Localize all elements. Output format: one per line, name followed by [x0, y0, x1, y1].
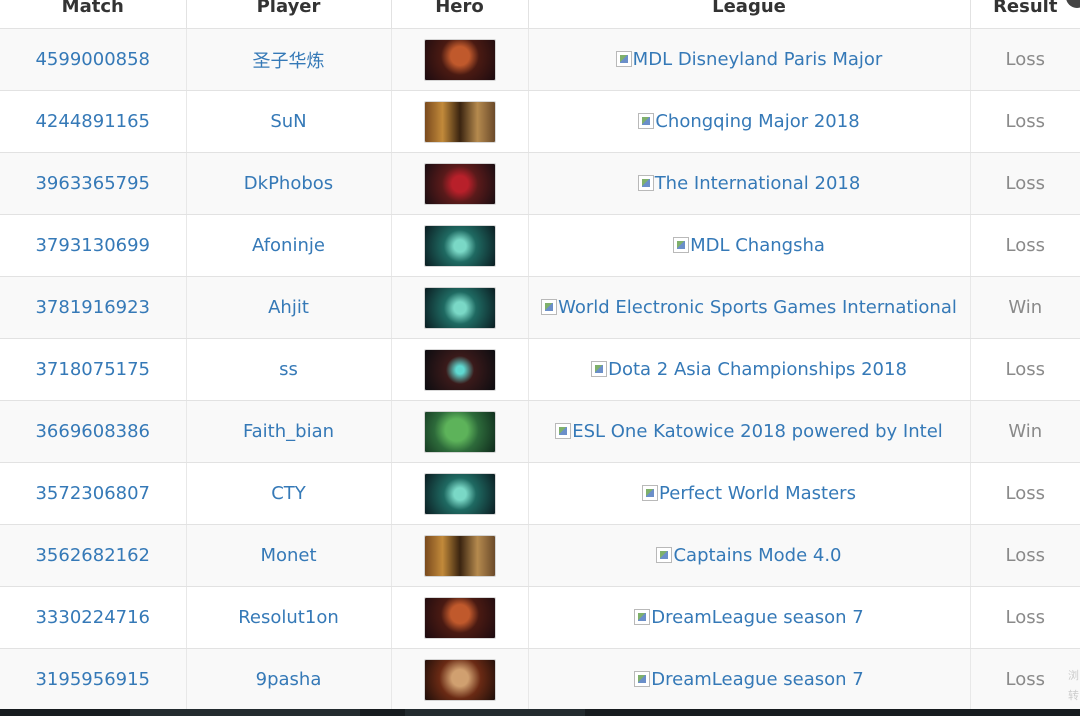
league-name: DreamLeague season 7 — [651, 607, 864, 628]
player-link[interactable]: Monet — [260, 545, 316, 566]
broken-image-icon — [541, 299, 558, 315]
table-row: 3718075175 ss Dota 2 Asia Championships … — [0, 338, 1080, 401]
match-id-link[interactable]: 3330224716 — [35, 607, 150, 628]
league-link[interactable]: The International 2018 — [637, 173, 861, 194]
table-row: 3669608386 Faith_bian ESL One Katowice 2… — [0, 400, 1080, 463]
player-link[interactable]: Resolut1on — [238, 607, 339, 628]
wraith-portrait-icon[interactable] — [424, 287, 495, 328]
wraith-portrait-icon[interactable] — [424, 473, 495, 514]
league-link[interactable]: Captains Mode 4.0 — [656, 545, 842, 566]
league-link[interactable]: MDL Disneyland Paris Major — [615, 49, 883, 70]
result-cell: Loss — [970, 462, 1080, 525]
match-id-link[interactable]: 3562682162 — [35, 545, 150, 566]
league-name: Chongqing Major 2018 — [655, 111, 860, 132]
broken-image-icon — [656, 547, 673, 563]
hero-portrait-pair-icon[interactable] — [424, 535, 495, 576]
wraith-portrait-icon[interactable] — [424, 225, 495, 266]
table-row: 3793130699 Afoninje MDL Changsha Loss — [0, 214, 1080, 277]
league-link[interactable]: Perfect World Masters — [642, 483, 856, 504]
result-cell: Loss — [970, 338, 1080, 401]
match-id-link[interactable]: 3669608386 — [35, 421, 150, 442]
broken-image-icon — [634, 609, 651, 625]
table-row: 4599000858 圣子华炼 MDL Disneyland Paris Maj… — [0, 28, 1080, 91]
terrorblade-portrait-icon[interactable] — [424, 597, 495, 638]
table-row: 3572306807 CTY Perfect World Masters Los… — [0, 462, 1080, 525]
match-id-link[interactable]: 3195956915 — [35, 669, 150, 690]
league-name: World Electronic Sports Games Internatio… — [558, 297, 957, 318]
league-name: The International 2018 — [654, 173, 861, 194]
column-header-player[interactable]: Player — [186, 0, 392, 29]
beast-hero-portrait-icon[interactable] — [424, 659, 495, 700]
result-cell: Loss — [970, 586, 1080, 649]
match-id-link[interactable]: 4244891165 — [35, 111, 150, 132]
table-row: 3330224716 Resolut1on DreamLeague season… — [0, 586, 1080, 649]
player-link[interactable]: CTY — [271, 483, 306, 504]
match-id-link[interactable]: 3718075175 — [35, 359, 150, 380]
player-link[interactable]: ss — [279, 359, 298, 380]
result-cell: Loss — [970, 90, 1080, 153]
result-cell: Loss — [970, 648, 1080, 711]
league-name: Dota 2 Asia Championships 2018 — [608, 359, 907, 380]
broken-image-icon — [673, 237, 690, 253]
league-link[interactable]: World Electronic Sports Games Internatio… — [541, 297, 957, 318]
table-row: 3963365795 DkPhobos The International 20… — [0, 152, 1080, 215]
side-panel-text: 浏 转 — [1068, 669, 1079, 702]
dark-hero-portrait-icon[interactable] — [424, 349, 495, 390]
broken-image-icon — [642, 485, 659, 501]
player-link[interactable]: DkPhobos — [244, 173, 333, 194]
player-link[interactable]: 9pasha — [256, 669, 322, 690]
league-link[interactable]: MDL Changsha — [673, 235, 825, 256]
table-row: 3781916923 Ahjit World Electronic Sports… — [0, 276, 1080, 339]
league-name: Perfect World Masters — [659, 483, 856, 504]
player-link[interactable]: Afoninje — [252, 235, 325, 256]
league-name: MDL Changsha — [690, 235, 825, 256]
column-header-league[interactable]: League — [528, 0, 971, 29]
league-name: MDL Disneyland Paris Major — [632, 49, 883, 70]
league-link[interactable]: DreamLeague season 7 — [634, 669, 864, 690]
player-link[interactable]: 圣子华炼 — [253, 51, 325, 72]
match-id-link[interactable]: 3793130699 — [35, 235, 150, 256]
match-id-link[interactable]: 3781916923 — [35, 297, 150, 318]
hero-portrait-pair-icon[interactable] — [424, 101, 495, 142]
result-cell: Loss — [970, 152, 1080, 215]
table-row: 3562682162 Monet Captains Mode 4.0 Loss — [0, 524, 1080, 587]
player-link[interactable]: Faith_bian — [243, 421, 334, 442]
broken-image-icon — [591, 361, 608, 377]
broken-image-icon — [637, 175, 654, 191]
taskbar — [0, 709, 1080, 716]
broken-image-icon — [615, 51, 632, 67]
broken-image-icon — [555, 423, 572, 439]
league-name: Captains Mode 4.0 — [673, 545, 842, 566]
player-link[interactable]: SuN — [270, 111, 306, 132]
taskbar-item[interactable] — [405, 709, 585, 716]
result-cell: Loss — [970, 28, 1080, 91]
league-link[interactable]: ESL One Katowice 2018 powered by Intel — [555, 421, 943, 442]
table-header-row: Match Player Hero League Result — [0, 0, 1080, 29]
terrorblade-portrait-icon[interactable] — [424, 39, 495, 80]
tidehunter-portrait-icon[interactable] — [424, 411, 495, 452]
league-link[interactable]: Chongqing Major 2018 — [638, 111, 860, 132]
result-cell: Win — [970, 400, 1080, 463]
table-row: 3195956915 9pasha DreamLeague season 7 L… — [0, 648, 1080, 711]
match-id-link[interactable]: 3963365795 — [35, 173, 150, 194]
taskbar-item[interactable] — [130, 709, 360, 716]
broodmother-portrait-icon[interactable] — [424, 163, 495, 204]
match-id-link[interactable]: 3572306807 — [35, 483, 150, 504]
result-cell: Win — [970, 276, 1080, 339]
matches-table: Match Player Hero League Result 45990008… — [0, 0, 1080, 711]
table-row: 4244891165 SuN Chongqing Major 2018 Loss — [0, 90, 1080, 153]
league-name: DreamLeague season 7 — [651, 669, 864, 690]
broken-image-icon — [638, 113, 655, 129]
result-cell: Loss — [970, 524, 1080, 587]
league-name: ESL One Katowice 2018 powered by Intel — [572, 421, 943, 442]
league-link[interactable]: DreamLeague season 7 — [634, 607, 864, 628]
player-link[interactable]: Ahjit — [268, 297, 309, 318]
broken-image-icon — [634, 671, 651, 687]
column-header-match[interactable]: Match — [0, 0, 187, 29]
match-id-link[interactable]: 4599000858 — [35, 49, 150, 70]
column-header-result[interactable]: Result — [970, 0, 1080, 29]
column-header-hero[interactable]: Hero — [391, 0, 529, 29]
league-link[interactable]: Dota 2 Asia Championships 2018 — [591, 359, 907, 380]
result-cell: Loss — [970, 214, 1080, 277]
